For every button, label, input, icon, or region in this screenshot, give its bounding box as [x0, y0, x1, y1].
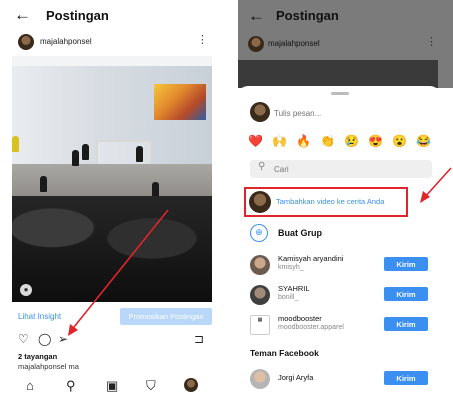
create-group-row[interactable]: ⊕ Buat Grup — [250, 224, 440, 246]
contact-handle: bonill_ — [278, 294, 299, 301]
post-actions: ♡ ◯ ➢ ⊐ — [0, 332, 226, 348]
video-crowd — [12, 196, 212, 302]
mute-icon[interactable]: ● — [20, 284, 32, 296]
post-video — [238, 60, 438, 88]
send-button[interactable]: Kirim — [384, 257, 428, 271]
video-ceiling — [12, 56, 212, 66]
search-bar: ⚲ — [250, 160, 432, 178]
back-arrow-icon[interactable]: ← — [14, 6, 31, 24]
post-author-row: majalahponsel ⋮ — [0, 32, 226, 54]
message-input[interactable] — [274, 106, 424, 120]
contact-row: ▦ moodbooster moodbooster.apparel Kirim — [250, 314, 440, 340]
more-options-icon[interactable]: ⋮ — [197, 33, 208, 46]
contact-row: Jorgi Aryfa Kirim — [250, 368, 440, 394]
more-options-icon: ⋮ — [426, 36, 437, 48]
page-title: Postingan — [46, 8, 109, 23]
contact-row: Kamisyah aryandini kmisyh_ Kirim — [250, 254, 440, 280]
view-insights-link[interactable]: Lihat Insight — [18, 312, 61, 321]
heart-eyes-emoji-icon[interactable]: 😍 — [368, 134, 383, 148]
contact-name: Kamisyah aryandini — [278, 254, 344, 263]
own-avatar — [250, 102, 270, 122]
home-icon[interactable]: ⌂ — [26, 378, 34, 393]
search-icon: ⚲ — [258, 161, 266, 172]
create-group-label[interactable]: Buat Grup — [278, 228, 322, 238]
video-player — [40, 176, 47, 192]
search-input[interactable] — [274, 163, 424, 175]
post-header: ← Postingan — [238, 0, 438, 32]
author-avatar — [248, 36, 264, 52]
share-icon[interactable]: ➢ — [58, 332, 68, 346]
surprised-emoji-icon[interactable]: 😮 — [392, 134, 407, 148]
post-video[interactable]: ● — [12, 56, 212, 302]
bottom-nav: ⌂ ⚲ ▣ ⛉ — [0, 376, 226, 398]
search-icon[interactable]: ⚲ — [66, 378, 76, 394]
send-button[interactable]: Kirim — [384, 317, 428, 331]
contact-handle: moodbooster.apparel — [278, 324, 344, 331]
send-button[interactable]: Kirim — [384, 287, 428, 301]
contact-avatar — [250, 285, 270, 305]
raised-hands-emoji-icon[interactable]: 🙌 — [272, 134, 287, 148]
laughing-emoji-icon[interactable]: 😂 — [416, 134, 431, 148]
contact-row: SYAHRIL bonill_ Kirim — [250, 284, 440, 310]
promote-post-button[interactable]: Promosikan Postingan — [120, 308, 212, 325]
shop-icon[interactable]: ⛉ — [146, 378, 156, 394]
add-to-story-row[interactable]: Tambahkan video ke cerita Anda — [244, 187, 408, 217]
contact-name: Jorgi Aryfa — [278, 373, 314, 382]
clap-emoji-icon[interactable]: 👏 — [320, 134, 335, 148]
page-title: Postingan — [276, 8, 339, 23]
video-banner — [154, 84, 206, 120]
view-count: 2 tayangan — [18, 352, 58, 361]
author-username: majalahponsel — [268, 39, 320, 48]
right-screen: ← Postingan majalahponsel ⋮ ❤️ 🙌 🔥 👏 😢 😍… — [238, 0, 453, 410]
facebook-friends-heading: Teman Facebook — [250, 348, 319, 358]
author-avatar[interactable] — [18, 34, 34, 50]
fire-emoji-icon[interactable]: 🔥 — [296, 134, 311, 148]
video-player — [136, 146, 143, 162]
author-username[interactable]: majalahponsel — [40, 37, 92, 46]
share-sheet: ❤️ 🙌 🔥 👏 😢 😍 😮 😂 ⚲ Tambahkan video ke ce… — [238, 86, 440, 410]
post-author-row: majalahponsel ⋮ — [238, 34, 438, 56]
like-icon[interactable]: ♡ — [18, 332, 29, 346]
heart-emoji-icon[interactable]: ❤️ — [248, 134, 263, 148]
sheet-handle[interactable] — [331, 92, 349, 95]
insight-row: Lihat Insight Promosikan Postingan — [12, 308, 212, 326]
video-player — [82, 144, 89, 160]
save-icon[interactable]: ⊐ — [194, 332, 204, 346]
video-player — [72, 150, 79, 166]
comment-icon[interactable]: ◯ — [38, 332, 51, 346]
left-screen: ← Postingan majalahponsel ⋮ ● Lihat Insi… — [0, 0, 226, 410]
contact-avatar — [250, 255, 270, 275]
contact-avatar: ▦ — [250, 315, 270, 335]
contact-avatar — [250, 369, 270, 389]
reels-icon[interactable]: ▣ — [106, 378, 118, 394]
emoji-quick-reactions: ❤️ 🙌 🔥 👏 😢 😍 😮 😂 — [244, 134, 440, 150]
profile-avatar[interactable] — [184, 378, 198, 392]
cry-emoji-icon[interactable]: 😢 — [344, 134, 359, 148]
send-button[interactable]: Kirim — [384, 371, 428, 385]
video-player — [12, 136, 19, 152]
add-to-story-label[interactable]: Tambahkan video ke cerita Anda — [276, 197, 384, 206]
contact-name: SYAHRIL — [278, 284, 310, 293]
post-caption[interactable]: majalahponsel ma — [18, 362, 79, 371]
back-arrow-icon[interactable]: ← — [248, 6, 265, 26]
story-avatar — [249, 191, 271, 213]
post-header: ← Postingan — [0, 0, 226, 32]
dimmed-post: ← Postingan majalahponsel ⋮ — [238, 0, 453, 88]
contact-name: moodbooster — [278, 314, 322, 323]
contact-handle: kmisyh_ — [278, 264, 304, 271]
add-group-icon: ⊕ — [250, 224, 268, 242]
